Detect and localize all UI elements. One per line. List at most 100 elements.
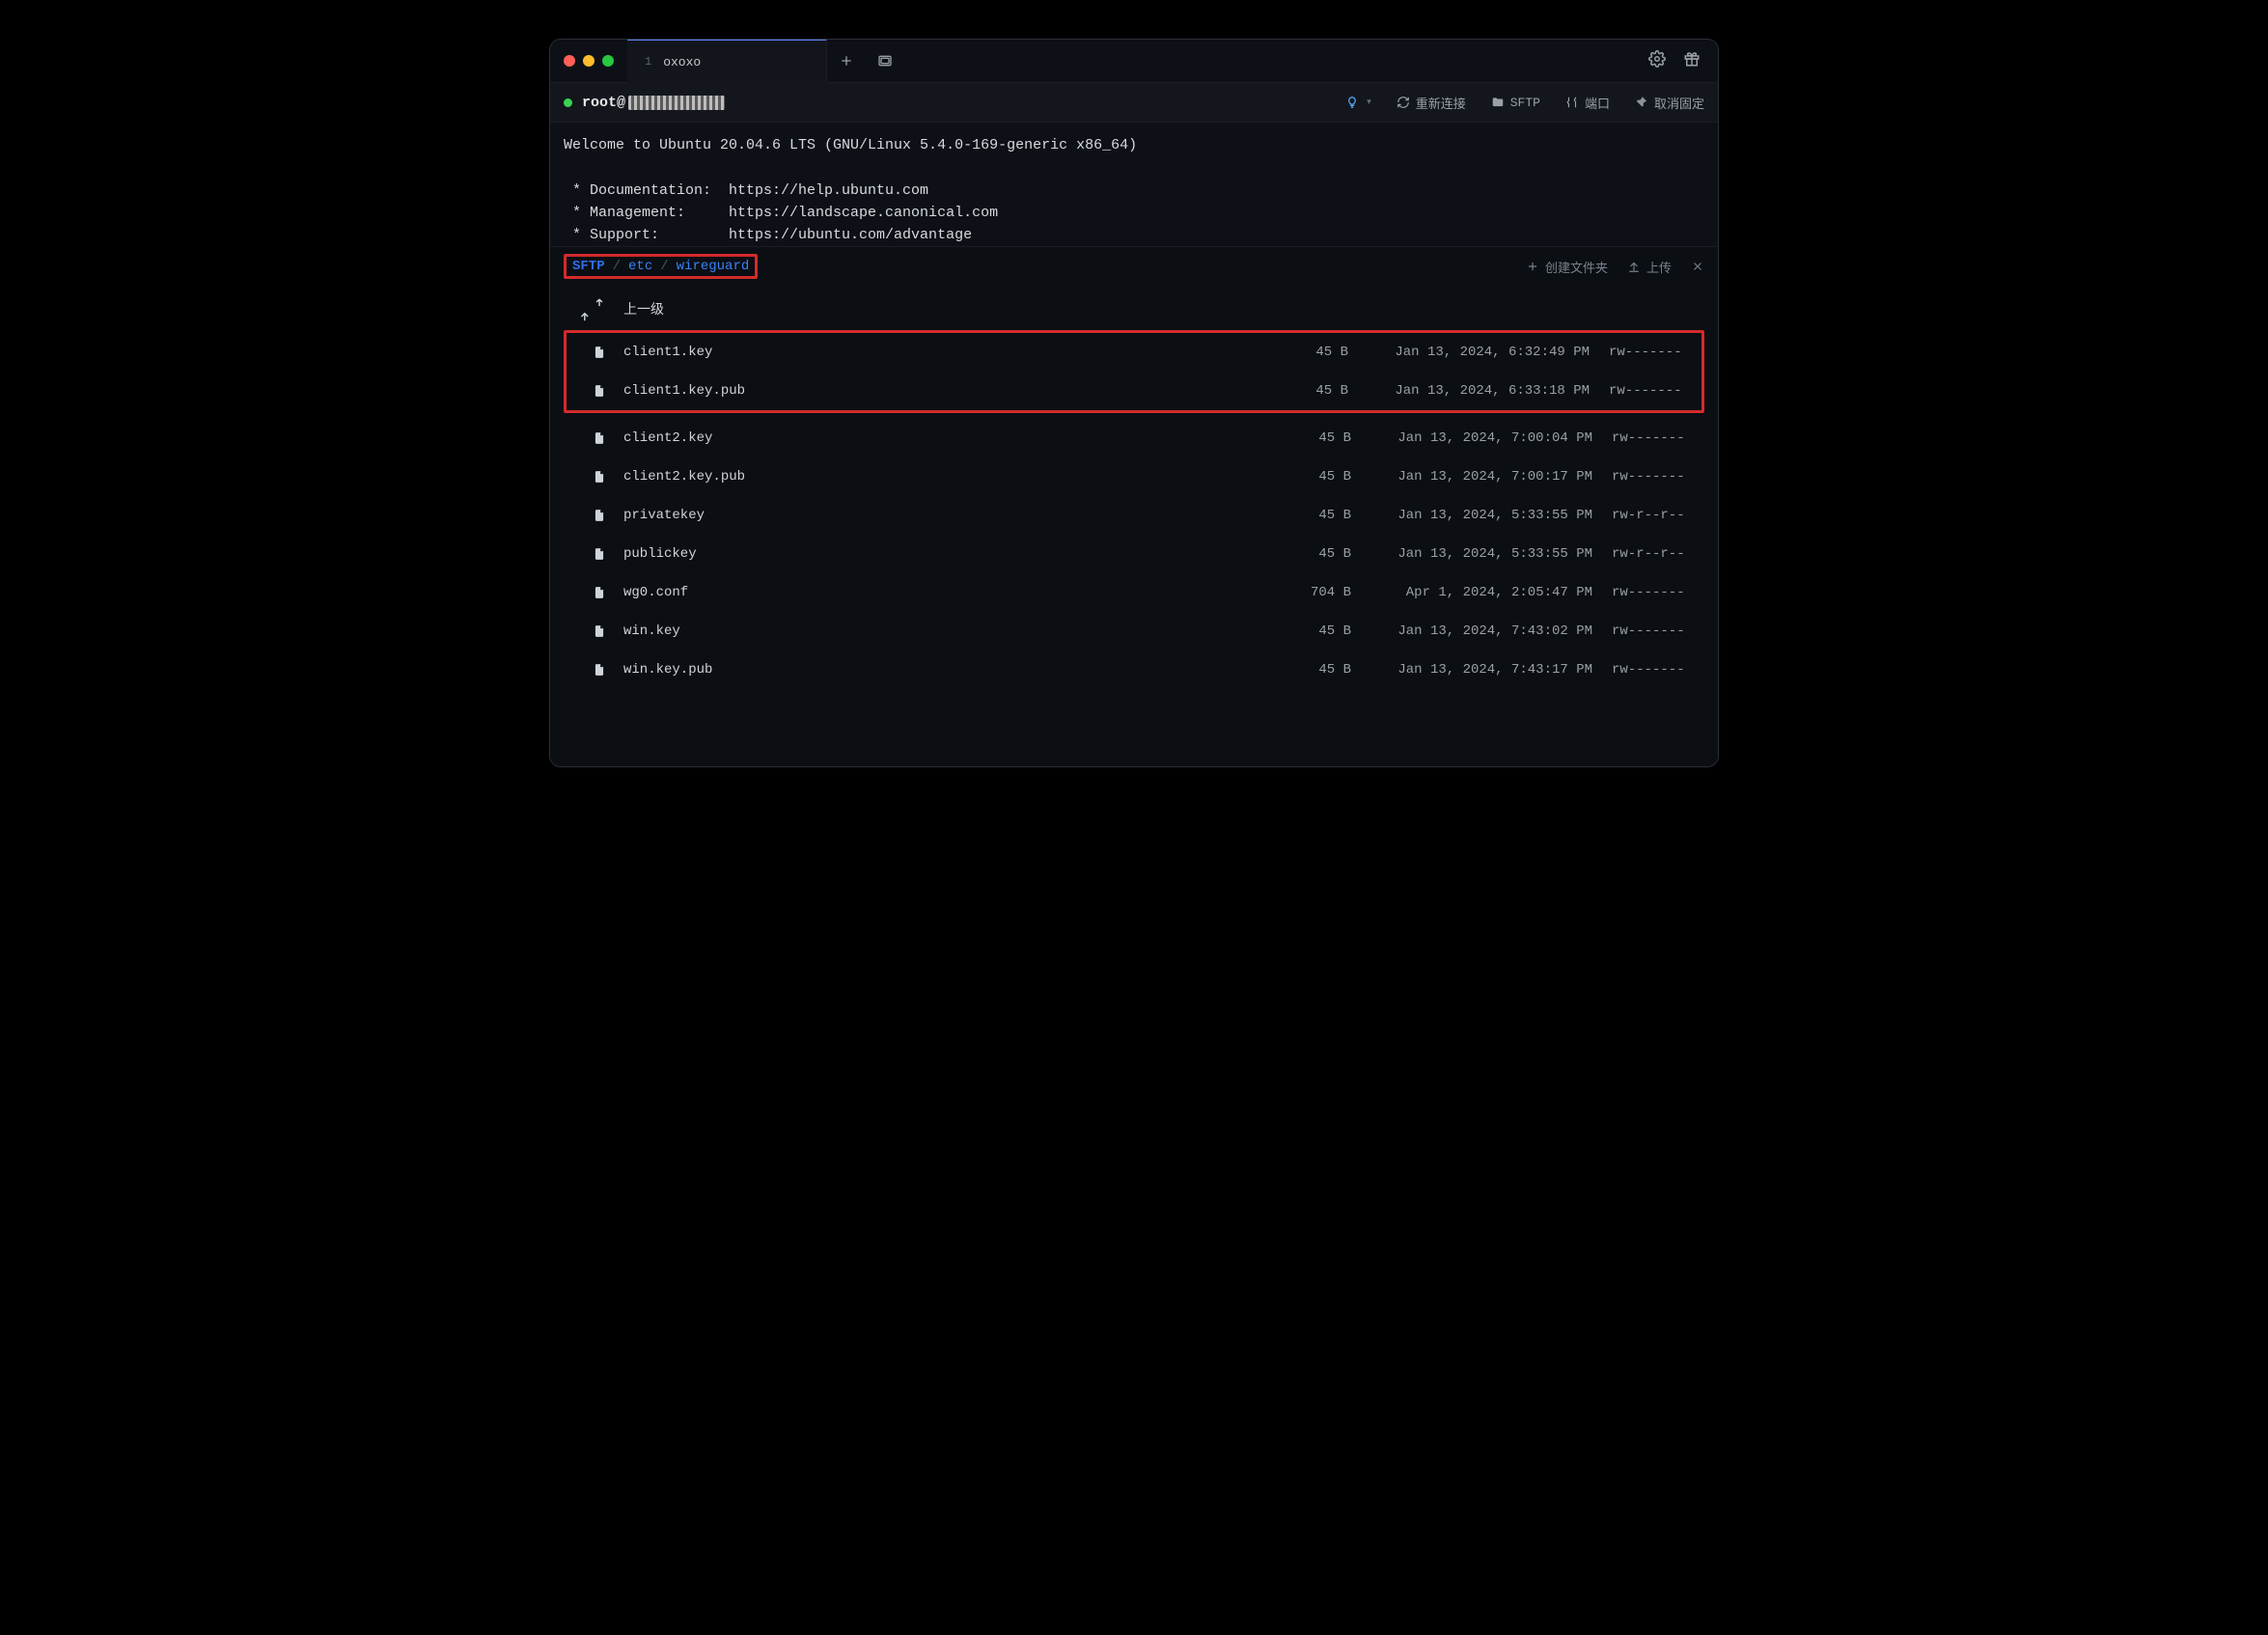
unpin-label: 取消固定 bbox=[1654, 94, 1704, 112]
panels-icon[interactable] bbox=[866, 53, 904, 69]
file-row[interactable]: wg0.conf 704 B Apr 1, 2024, 2:05:47 PM r… bbox=[564, 573, 1704, 612]
crumb-wireguard[interactable]: wireguard bbox=[677, 259, 750, 274]
file-perm: rw------- bbox=[1609, 345, 1696, 360]
file-date: Jan 13, 2024, 7:00:04 PM bbox=[1351, 430, 1612, 446]
breadcrumb: SFTP / etc / wireguard bbox=[572, 259, 749, 274]
file-icon bbox=[593, 663, 612, 677]
reconnect-label: 重新连接 bbox=[1416, 94, 1466, 112]
file-perm: rw------- bbox=[1612, 585, 1699, 600]
session-bar: root@ ▾ 重新连接 SFTP 端口 取消固定 bbox=[550, 83, 1718, 123]
file-size: 45 B bbox=[1274, 624, 1351, 639]
file-date: Jan 13, 2024, 5:33:55 PM bbox=[1351, 546, 1612, 562]
file-date: Apr 1, 2024, 2:05:47 PM bbox=[1351, 585, 1612, 600]
file-date: Jan 13, 2024, 6:32:49 PM bbox=[1348, 345, 1609, 360]
file-perm: rw-r--r-- bbox=[1612, 508, 1699, 523]
file-perm: rw------- bbox=[1612, 662, 1699, 678]
tab-name: oxoxo bbox=[663, 55, 701, 69]
parent-dir-row[interactable]: 上一级 bbox=[564, 290, 1704, 328]
file-size: 45 B bbox=[1271, 383, 1348, 399]
file-date: Jan 13, 2024, 7:43:02 PM bbox=[1351, 624, 1612, 639]
titlebar: 1 oxoxo bbox=[550, 40, 1718, 83]
session-host: root@ bbox=[582, 95, 725, 111]
mkdir-label: 创建文件夹 bbox=[1545, 258, 1608, 276]
file-size: 45 B bbox=[1274, 430, 1351, 446]
file-perm: rw-r--r-- bbox=[1612, 546, 1699, 562]
tab-active[interactable]: 1 oxoxo bbox=[627, 39, 827, 83]
file-icon bbox=[593, 509, 612, 522]
file-size: 704 B bbox=[1274, 585, 1351, 600]
file-name: publickey bbox=[623, 546, 1274, 562]
breadcrumb-highlight: SFTP / etc / wireguard bbox=[564, 254, 758, 279]
file-name: wg0.conf bbox=[623, 585, 1274, 600]
port-label: 端口 bbox=[1585, 94, 1610, 112]
sftp-button[interactable]: SFTP bbox=[1491, 96, 1540, 110]
file-row[interactable]: privatekey 45 B Jan 13, 2024, 5:33:55 PM… bbox=[564, 496, 1704, 535]
gift-icon[interactable] bbox=[1683, 50, 1701, 72]
file-date: Jan 13, 2024, 7:43:17 PM bbox=[1351, 662, 1612, 678]
file-name: client2.key.pub bbox=[623, 469, 1274, 485]
up-arrow-icon bbox=[593, 295, 612, 322]
upload-button[interactable]: 上传 bbox=[1627, 258, 1672, 276]
tab-index: 1 bbox=[645, 55, 651, 69]
connection-status-dot bbox=[564, 98, 572, 107]
file-row[interactable]: client2.key 45 B Jan 13, 2024, 7:00:04 P… bbox=[564, 419, 1704, 457]
window-controls bbox=[550, 55, 627, 67]
host-prefix: root@ bbox=[582, 95, 625, 111]
mkdir-button[interactable]: 创建文件夹 bbox=[1526, 258, 1608, 276]
file-icon bbox=[593, 384, 612, 398]
file-icon bbox=[593, 624, 612, 638]
file-row[interactable]: client2.key.pub 45 B Jan 13, 2024, 7:00:… bbox=[564, 457, 1704, 496]
terminal-window: 1 oxoxo root@ ▾ bbox=[549, 39, 1719, 767]
reconnect-button[interactable]: 重新连接 bbox=[1397, 94, 1466, 112]
minimize-window-button[interactable] bbox=[583, 55, 595, 67]
unpin-button[interactable]: 取消固定 bbox=[1635, 94, 1704, 112]
file-size: 45 B bbox=[1274, 662, 1351, 678]
settings-icon[interactable] bbox=[1648, 50, 1666, 72]
file-size: 45 B bbox=[1274, 508, 1351, 523]
sftp-panel: SFTP / etc / wireguard 创建文件夹 上传 bbox=[550, 246, 1718, 766]
file-name: client1.key.pub bbox=[623, 383, 1271, 399]
file-icon bbox=[593, 431, 612, 445]
file-date: Jan 13, 2024, 5:33:55 PM bbox=[1351, 508, 1612, 523]
file-row[interactable]: client1.key 45 B Jan 13, 2024, 6:32:49 P… bbox=[567, 333, 1701, 372]
host-redacted bbox=[628, 96, 725, 110]
file-perm: rw------- bbox=[1612, 624, 1699, 639]
port-button[interactable]: 端口 bbox=[1565, 94, 1610, 112]
file-row[interactable]: client1.key.pub 45 B Jan 13, 2024, 6:33:… bbox=[567, 372, 1701, 410]
close-window-button[interactable] bbox=[564, 55, 575, 67]
new-tab-button[interactable] bbox=[827, 53, 866, 69]
file-row[interactable]: win.key 45 B Jan 13, 2024, 7:43:02 PM rw… bbox=[564, 612, 1704, 651]
chevron-down-icon: ▾ bbox=[1367, 97, 1371, 107]
crumb-etc[interactable]: etc bbox=[628, 259, 652, 274]
file-perm: rw------- bbox=[1612, 469, 1699, 485]
file-name: client2.key bbox=[623, 430, 1274, 446]
sftp-label: SFTP bbox=[1510, 96, 1540, 110]
file-icon bbox=[593, 586, 612, 599]
file-row[interactable]: publickey 45 B Jan 13, 2024, 5:33:55 PM … bbox=[564, 535, 1704, 573]
file-date: Jan 13, 2024, 7:00:17 PM bbox=[1351, 469, 1612, 485]
file-size: 45 B bbox=[1274, 469, 1351, 485]
file-icon bbox=[593, 346, 612, 359]
file-name: client1.key bbox=[623, 345, 1271, 360]
crumb-sep: / bbox=[613, 259, 621, 274]
file-name: win.key bbox=[623, 624, 1274, 639]
file-perm: rw------- bbox=[1609, 383, 1696, 399]
file-list: 上一级 client1.key 45 B Jan 13, 2024, 6:32:… bbox=[550, 286, 1718, 766]
hint-button[interactable]: ▾ bbox=[1345, 96, 1371, 109]
crumb-sftp[interactable]: SFTP bbox=[572, 259, 605, 274]
file-perm: rw------- bbox=[1612, 430, 1699, 446]
file-size: 45 B bbox=[1274, 546, 1351, 562]
file-icon bbox=[593, 470, 612, 484]
file-size: 45 B bbox=[1271, 345, 1348, 360]
crumb-sep: / bbox=[660, 259, 668, 274]
sftp-header: SFTP / etc / wireguard 创建文件夹 上传 bbox=[550, 247, 1718, 286]
file-date: Jan 13, 2024, 6:33:18 PM bbox=[1348, 383, 1609, 399]
close-panel-button[interactable] bbox=[1691, 260, 1704, 273]
file-icon bbox=[593, 547, 612, 561]
up-label: 上一级 bbox=[623, 299, 1274, 319]
file-name: privatekey bbox=[623, 508, 1274, 523]
file-row[interactable]: win.key.pub 45 B Jan 13, 2024, 7:43:17 P… bbox=[564, 651, 1704, 689]
terminal-output: Welcome to Ubuntu 20.04.6 LTS (GNU/Linux… bbox=[550, 123, 1718, 246]
file-name: win.key.pub bbox=[623, 662, 1274, 678]
zoom-window-button[interactable] bbox=[602, 55, 614, 67]
